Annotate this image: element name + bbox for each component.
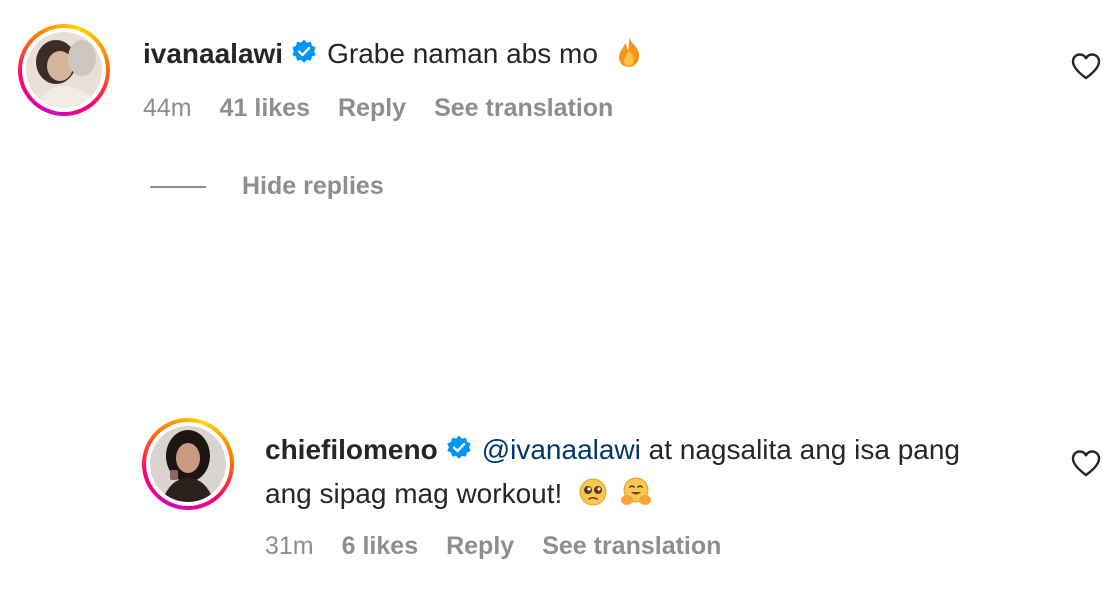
reply-reply-button[interactable]: Reply [446, 532, 514, 561]
pleading-face-emoji-icon [578, 477, 608, 512]
comment-time: 44m [143, 94, 192, 122]
reply-likes[interactable]: 6 likes [342, 532, 418, 561]
comment-meta: 44m 41 likes Reply See translation [143, 94, 641, 123]
divider-line [150, 185, 206, 188]
reply-time: 31m [265, 532, 314, 560]
fire-emoji-icon [616, 36, 642, 73]
reply-like-heart-icon[interactable] [1071, 449, 1101, 477]
reply-see-translation-button[interactable]: See translation [542, 532, 721, 561]
avatar[interactable] [26, 32, 102, 108]
reply-mention-link[interactable]: @ivanaalawi [482, 434, 641, 466]
hide-replies-label: Hide replies [242, 172, 384, 200]
verified-badge-icon [291, 39, 317, 70]
reply-meta: 31m 6 likes Reply See translation [265, 532, 749, 561]
hide-replies-button[interactable]: Hide replies [150, 172, 384, 201]
reply-button[interactable]: Reply [338, 94, 406, 123]
see-translation-button[interactable]: See translation [434, 94, 613, 123]
comment-text: Grabe naman abs mo [327, 38, 598, 69]
reply-text-line2: ang sipag mag workout! [265, 478, 563, 509]
comment-username[interactable]: ivanaalawi [143, 38, 283, 70]
avatar-ring[interactable] [18, 24, 110, 116]
reply-username[interactable]: chiefilomeno [265, 434, 438, 466]
verified-badge-icon [446, 435, 472, 466]
reply-avatar-ring[interactable] [142, 418, 234, 510]
reply-avatar[interactable] [150, 426, 226, 502]
hugging-face-emoji-icon [620, 476, 652, 513]
comment-likes[interactable]: 41 likes [220, 94, 310, 123]
like-heart-icon[interactable] [1071, 52, 1101, 80]
reply-text-line1: at nagsalita ang isa pang [640, 434, 961, 465]
